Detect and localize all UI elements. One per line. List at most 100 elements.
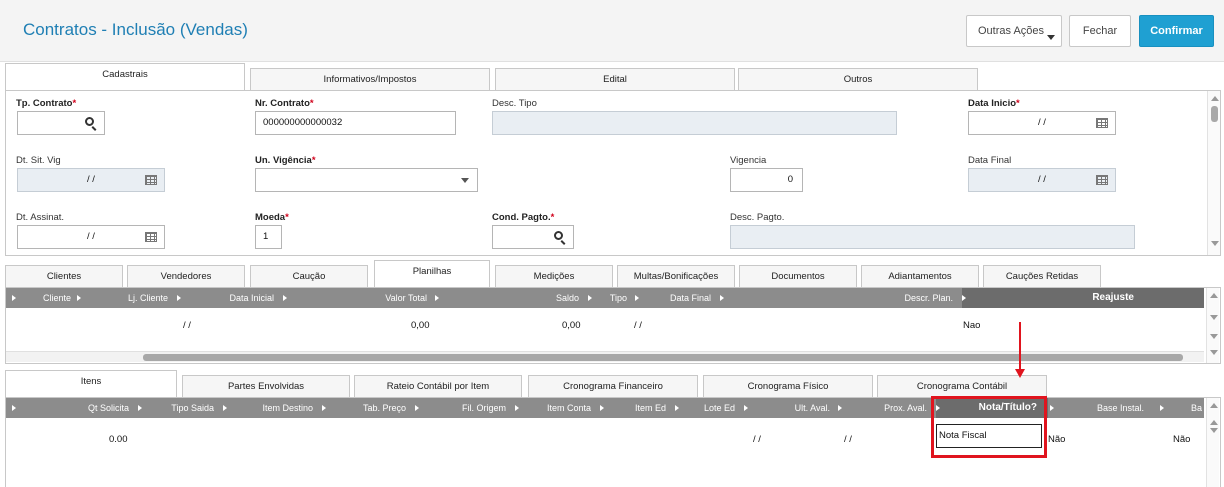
tab-cadastrais[interactable]: Cadastrais — [5, 63, 245, 90]
col-base-instal[interactable]: Base Instal. — [1050, 398, 1158, 418]
planilhas-valor-total: 0,00 — [411, 320, 430, 331]
un-vigencia-label: Un. Vigência* — [255, 155, 316, 166]
annotation-arrow-head-icon — [1015, 369, 1025, 378]
tab-itens[interactable]: Itens — [5, 370, 177, 397]
tab-informativos-impostos[interactable]: Informativos/Impostos — [250, 68, 490, 90]
outras-acoes-button[interactable]: Outras Ações — [966, 15, 1062, 47]
tab-caucoes-retidas[interactable]: Cauções Retidas — [983, 265, 1101, 287]
calendar-icon — [1096, 175, 1108, 185]
dt-assinat-label: Dt. Assinat. — [16, 212, 65, 223]
search-icon[interactable] — [554, 231, 563, 240]
nr-contrato-input[interactable]: 000000000000032 — [255, 111, 456, 135]
itens-ba: Não — [1173, 434, 1191, 445]
tab-planilhas[interactable]: Planilhas — [374, 260, 490, 287]
vigencia-input[interactable]: 0 — [730, 168, 803, 192]
col-ba[interactable]: Ba — [1160, 398, 1204, 418]
tab-edital[interactable]: Edital — [495, 68, 735, 90]
tab-caucao[interactable]: Caução — [250, 265, 368, 287]
tab-clientes[interactable]: Clientes — [5, 265, 123, 287]
planilhas-grid: Cliente Lj. Cliente Data Inicial Valor T… — [5, 287, 1221, 364]
annotation-highlight-box — [931, 396, 1047, 458]
dt-assinat-input[interactable]: / / — [17, 225, 165, 249]
itens-qt-solicita: 0.00 — [109, 434, 128, 445]
chevron-down-icon — [461, 178, 469, 183]
desc-tipo-label: Desc. Tipo — [492, 98, 537, 109]
tab-cronograma-financeiro[interactable]: Cronograma Financeiro — [528, 375, 698, 397]
tab-medicoes[interactable]: Medições — [495, 265, 613, 287]
itens-vscrollbar[interactable] — [1206, 398, 1219, 487]
col-tipo[interactable]: Tipo — [588, 288, 633, 308]
col-tipo-saida[interactable]: Tipo Saida — [138, 398, 220, 418]
cond-pagto-input[interactable] — [492, 225, 574, 249]
col-cliente[interactable]: Cliente — [12, 288, 77, 308]
fechar-button[interactable]: Fechar — [1069, 15, 1131, 47]
itens-prox-aval: / / — [844, 434, 852, 445]
col-qt-solicita[interactable]: Qt Solicita — [12, 398, 135, 418]
scroll-top-icon[interactable] — [1210, 420, 1218, 425]
calendar-icon[interactable] — [1096, 118, 1108, 128]
planilhas-vscrollbar[interactable] — [1206, 288, 1219, 363]
col-descr-plan[interactable]: Descr. Plan. — [720, 288, 959, 308]
col-fil-origem[interactable]: Fil. Origem — [415, 398, 512, 418]
un-vigencia-select[interactable] — [255, 168, 478, 192]
col-prox-aval[interactable]: Prox. Aval. — [838, 398, 933, 418]
planilhas-saldo: 0,00 — [562, 320, 581, 331]
col-tab-preco[interactable]: Tab. Preço — [322, 398, 412, 418]
tab-cronograma-contabil[interactable]: Cronograma Contábil — [877, 375, 1047, 397]
col-item-destino[interactable]: Item Destino — [223, 398, 319, 418]
dt-sit-vig-field: / / — [17, 168, 165, 192]
page-header: Contratos - Inclusão (Vendas) Outras Açõ… — [0, 0, 1224, 62]
desc-pagto-field — [730, 225, 1135, 249]
scroll-down-icon[interactable] — [1211, 241, 1219, 246]
planilhas-data-final: / / — [634, 320, 642, 331]
col-item-conta[interactable]: Item Conta — [515, 398, 597, 418]
outras-acoes-label: Outras Ações — [978, 25, 1045, 37]
scroll-end-icon[interactable] — [1210, 334, 1218, 339]
calendar-icon[interactable] — [145, 232, 157, 242]
planilhas-hscrollbar[interactable] — [6, 351, 1204, 362]
data-final-field: / / — [968, 168, 1116, 192]
hscroll-thumb[interactable] — [143, 354, 1183, 361]
scroll-down-icon[interactable] — [1210, 428, 1218, 433]
itens-ult-aval: / / — [753, 434, 761, 445]
moeda-label: Moeda* — [255, 212, 289, 223]
col-saldo[interactable]: Saldo — [435, 288, 585, 308]
scroll-down-icon[interactable] — [1210, 315, 1218, 320]
data-final-label: Data Final — [968, 155, 1012, 166]
search-icon[interactable] — [85, 117, 94, 126]
dt-sit-vig-label: Dt. Sit. Vig — [16, 155, 61, 166]
scroll-thumb[interactable] — [1211, 106, 1218, 122]
cadastrais-panel: Tp. Contrato* Nr. Contrato* 000000000000… — [5, 90, 1221, 256]
moeda-input[interactable]: 1 — [255, 225, 282, 249]
tab-multas-bonificacoes[interactable]: Multas/Bonificações — [617, 265, 735, 287]
tab-adiantamentos[interactable]: Adiantamentos — [861, 265, 979, 287]
scroll-up-icon[interactable] — [1210, 403, 1218, 408]
tp-contrato-input[interactable] — [17, 111, 105, 135]
vigencia-label: Vigencia — [730, 155, 767, 166]
form-scrollbar[interactable] — [1207, 91, 1220, 255]
page-title: Contratos - Inclusão (Vendas) — [23, 20, 248, 39]
tab-vendedores[interactable]: Vendedores — [127, 265, 245, 287]
col-lj-cliente[interactable]: Lj. Cliente — [77, 288, 174, 308]
col-data-inicial[interactable]: Data Inicial — [177, 288, 280, 308]
scroll-up-icon[interactable] — [1211, 96, 1219, 101]
tab-documentos[interactable]: Documentos — [739, 265, 857, 287]
itens-base-instal: Não — [1048, 434, 1066, 445]
data-inicio-input[interactable]: / / — [968, 111, 1116, 135]
planilhas-reajuste: Nao — [963, 320, 981, 331]
tab-partes-envolvidas[interactable]: Partes Envolvidas — [182, 375, 350, 397]
tab-rateio-contabil[interactable]: Rateio Contábil por Item — [354, 375, 522, 397]
col-valor-total[interactable]: Valor Total — [283, 288, 433, 308]
col-data-final[interactable]: Data Final — [635, 288, 717, 308]
scroll-up-icon[interactable] — [1210, 293, 1218, 298]
planilhas-grid-header: Cliente Lj. Cliente Data Inicial Valor T… — [6, 288, 1204, 308]
tab-outros[interactable]: Outros — [738, 68, 978, 90]
scroll-down-icon[interactable] — [1210, 350, 1218, 355]
col-lote-ed[interactable]: Lote Ed — [675, 398, 741, 418]
col-ult-aval[interactable]: Ult. Aval. — [744, 398, 836, 418]
col-reajuste[interactable]: Reajuste — [962, 288, 1204, 308]
annotation-arrow-line — [1019, 322, 1021, 370]
tab-cronograma-fisico[interactable]: Cronograma Físico — [703, 375, 873, 397]
col-item-ed[interactable]: Item Ed — [600, 398, 672, 418]
confirmar-button[interactable]: Confirmar — [1139, 15, 1214, 47]
